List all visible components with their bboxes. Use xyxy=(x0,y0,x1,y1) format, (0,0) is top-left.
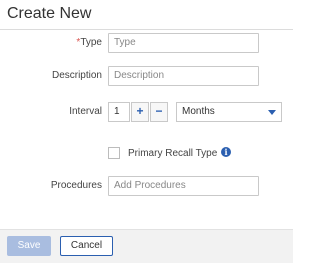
type-label-text: Type xyxy=(80,37,102,48)
procedures-label: Procedures xyxy=(50,180,102,191)
chevron-down-icon xyxy=(268,110,276,115)
increment-button[interactable]: + xyxy=(131,102,149,122)
interval-unit-value: Months xyxy=(182,106,215,117)
interval-unit-select[interactable]: Months xyxy=(176,102,282,122)
interval-value-input[interactable]: 1 xyxy=(108,102,130,122)
dialog-header: Create New xyxy=(0,0,293,30)
interval-label: Interval xyxy=(69,106,102,117)
procedures-input[interactable]: Add Procedures xyxy=(108,176,259,196)
type-input[interactable]: Type xyxy=(108,33,259,53)
primary-recall-label: Primary Recall Type xyxy=(128,148,218,159)
save-button[interactable]: Save xyxy=(7,236,51,256)
info-icon[interactable]: i xyxy=(221,147,231,157)
decrement-button[interactable]: − xyxy=(150,102,168,122)
description-label: Description xyxy=(51,70,102,81)
cancel-button[interactable]: Cancel xyxy=(60,236,113,256)
description-input[interactable]: Description xyxy=(108,66,259,86)
dialog-title: Create New xyxy=(7,5,92,22)
type-label: *Type xyxy=(7,37,102,48)
primary-recall-checkbox[interactable] xyxy=(108,147,120,159)
